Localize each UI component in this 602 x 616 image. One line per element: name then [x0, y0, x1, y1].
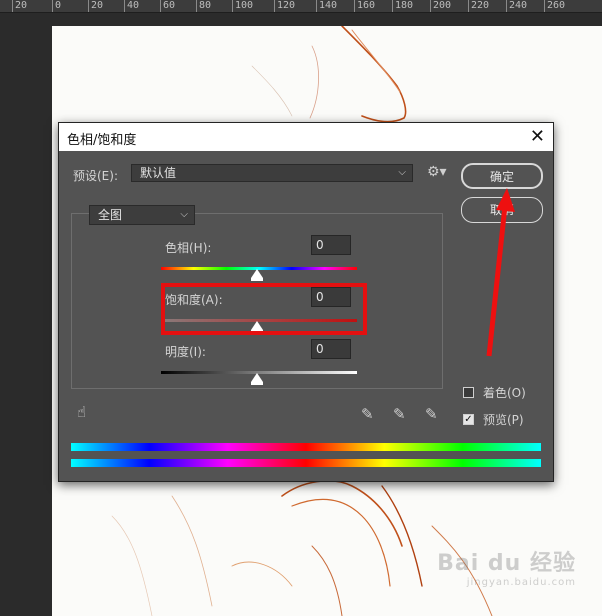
- annotation-arrow: [486, 188, 515, 357]
